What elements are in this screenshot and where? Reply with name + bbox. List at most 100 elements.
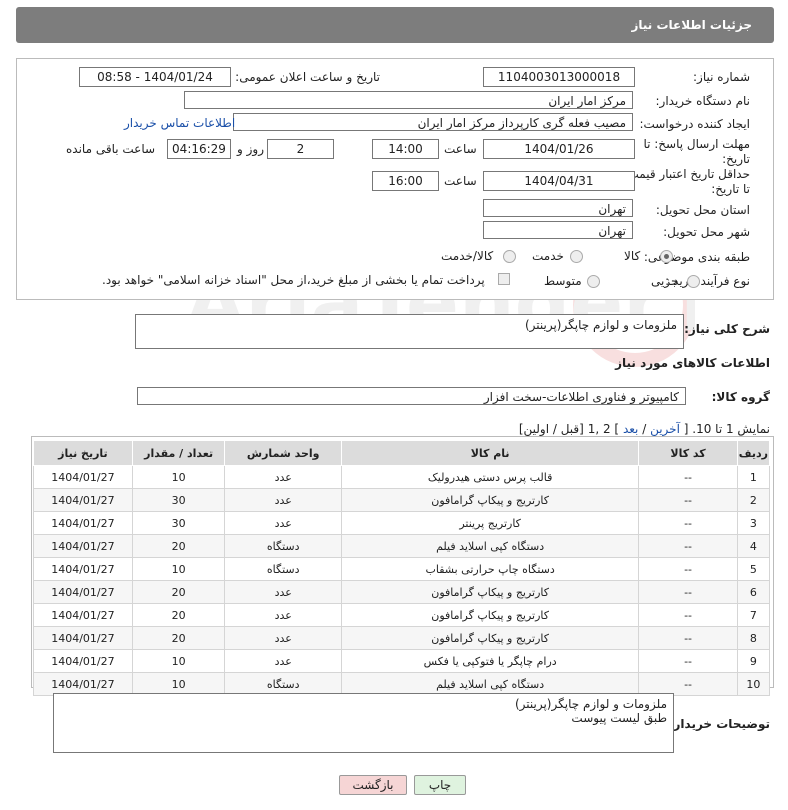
process-radio-minor[interactable] (687, 275, 700, 288)
items-table: ردیف کد کالا نام کالا واحد شمارش تعداد /… (33, 440, 771, 696)
cell-item-unit: عدد (224, 465, 342, 489)
announce-label: تاریخ و ساعت اعلان عمومی: (235, 70, 380, 84)
province-field[interactable]: تهران (483, 199, 633, 217)
category-radio-goods[interactable] (660, 250, 673, 263)
cell-item-date: 1404/01/27 (33, 626, 133, 650)
cell-item-date: 1404/01/27 (33, 511, 133, 535)
category-radio-service[interactable] (570, 250, 583, 263)
cell-row-number: 8 (736, 626, 771, 650)
cell-item-unit: دستگاه (224, 557, 342, 581)
cell-item-unit: دستگاه (224, 534, 342, 558)
table-row: 3 -- کارتریج پرینتر عدد 30 1404/01/27 (33, 511, 771, 535)
province-label: استان محل تحویل: (655, 203, 750, 217)
cell-item-name: درام چاپگر یا فتوکپی یا فکس (340, 649, 640, 673)
creator-field[interactable]: مصیب فعله گری کارپرداز مرکز امار ایران (233, 113, 633, 131)
price-valid-time-field[interactable]: 16:00 (372, 171, 439, 191)
back-button[interactable]: بازگشت (339, 775, 407, 795)
cell-item-qty: 10 (131, 465, 226, 489)
col-header-name: نام کالا (340, 440, 640, 466)
table-row: 6 -- کارتریج و پیکاپ گرامافون عدد 20 1404/01/… (33, 580, 771, 604)
cell-item-date: 1404/01/27 (33, 557, 133, 581)
need-number-field[interactable]: 1104003013000018 (483, 67, 635, 87)
cell-row-number: 1 (736, 465, 771, 489)
cell-item-code: -- (638, 649, 738, 673)
need-number-label: شماره نیاز: (693, 70, 750, 84)
col-header-date: تاریخ نیاز (33, 440, 133, 466)
cell-item-qty: 10 (131, 557, 226, 581)
cell-item-qty: 30 (131, 511, 226, 535)
cell-item-qty: 10 (131, 649, 226, 673)
city-field[interactable]: تهران (483, 221, 633, 239)
cell-item-unit: عدد (224, 626, 342, 650)
contact-link[interactable]: اطلاعات تماس خریدار (124, 116, 235, 130)
table-header-row: ردیف کد کالا نام کالا واحد شمارش تعداد /… (33, 440, 771, 466)
cell-item-date: 1404/01/27 (33, 534, 133, 558)
cell-item-name: کارتریج پرینتر (340, 511, 640, 535)
col-header-unit: واحد شمارش (224, 440, 342, 466)
creator-label: ایجاد کننده درخواست: (639, 117, 750, 131)
days-field[interactable]: 2 (267, 139, 334, 159)
cell-item-unit: عدد (224, 603, 342, 627)
pagination-suffix: [قبل / اولین] (518, 422, 584, 436)
print-button[interactable]: چاپ (414, 775, 466, 795)
deadline-date-field[interactable]: 1404/01/26 (483, 139, 635, 159)
price-valid-date-field[interactable]: 1404/04/31 (483, 171, 635, 191)
cell-item-code: -- (638, 626, 738, 650)
deadline-time-label: ساعت (444, 142, 477, 156)
cell-item-unit: عدد (224, 488, 342, 512)
cell-row-number: 4 (736, 534, 771, 558)
pagination-next-link[interactable]: بعد (623, 422, 638, 436)
page-title: جزئیات اطلاعات نیاز (631, 18, 752, 32)
cell-item-name: کارتریج و پیکاپ گرامافون (340, 603, 640, 627)
remaining-time-field[interactable]: 04:16:29 (167, 139, 231, 159)
deadline-time-field[interactable]: 14:00 (372, 139, 439, 159)
table-row: 9 -- درام چاپگر یا فتوکپی یا فکس عدد 10 1404/… (33, 649, 771, 673)
cell-row-number: 10 (736, 672, 771, 696)
cell-item-unit: عدد (224, 511, 342, 535)
process-option-medium: متوسط (544, 274, 582, 288)
buyer-org-label: نام دستگاه خریدار: (655, 94, 751, 108)
cell-item-qty: 20 (131, 580, 226, 604)
buyer-notes-textarea[interactable]: ملزومات و لوازم چاپگر(پرینتر) طبق لیست پ… (53, 693, 674, 753)
announce-field[interactable]: 1404/01/24 - 08:58 (79, 67, 231, 87)
cell-item-code: -- (638, 557, 738, 581)
col-header-code: کد کالا (638, 440, 738, 466)
cell-row-number: 2 (736, 488, 771, 512)
table-row: 1 -- قالب پرس دستی هیدرولیک عدد 10 1404/01/27 (33, 465, 771, 489)
col-header-qty: تعداد / مقدار (131, 440, 226, 466)
cell-item-code: -- (638, 465, 738, 489)
pagination-last-link[interactable]: آخرین (650, 422, 680, 436)
cell-item-code: -- (638, 603, 738, 627)
pagination-prefix: نمایش 1 تا 10. [ (683, 422, 770, 436)
price-valid-time-label: ساعت (444, 174, 477, 188)
col-header-row: ردیف (736, 440, 771, 466)
category-option-service: خدمت (532, 249, 564, 263)
cell-item-date: 1404/01/27 (33, 649, 133, 673)
buyer-org-field[interactable]: مرکز امار ایران (184, 91, 633, 109)
process-option-minor: جزیی (651, 274, 679, 288)
remaining-label: ساعت باقی مانده (66, 142, 156, 156)
pagination-sep: / (638, 422, 647, 436)
payment-checkbox[interactable] (498, 273, 510, 285)
goods-info-title: اطلاعات کالاهای مورد نیاز (615, 356, 770, 370)
deadline-label-1: مهلت ارسال پاسخ: تا (643, 137, 750, 151)
pagination: نمایش 1 تا 10. [ آخرین / بعد ] 2 ,1 [قبل… (519, 422, 770, 436)
cell-item-name: دستگاه کپی اسلاید فیلم (340, 534, 640, 558)
price-valid-label-1: حداقل تاریخ اعتبار قیمت: (623, 167, 750, 181)
city-label: شهر محل تحویل: (663, 225, 750, 239)
cell-row-number: 9 (736, 649, 771, 673)
cell-item-name: دستگاه چاپ حرارتی بشقاب (340, 557, 640, 581)
pagination-pages: ] 2 ,1 (587, 422, 620, 436)
buyer-notes-label: توضیحات خریدار: (668, 717, 770, 731)
process-radio-medium[interactable] (587, 275, 600, 288)
goods-group-field[interactable]: کامپیوتر و فناوری اطلاعات-سخت افزار (137, 387, 686, 405)
cell-item-unit: عدد (224, 649, 342, 673)
cell-row-number: 7 (736, 603, 771, 627)
cell-item-qty: 20 (131, 626, 226, 650)
cell-item-date: 1404/01/27 (33, 465, 133, 489)
days-label: روز و (237, 142, 264, 156)
category-radio-goods-service[interactable] (503, 250, 516, 263)
cell-item-date: 1404/01/27 (33, 488, 133, 512)
cell-item-name: کارتریج و پیکاپ گرامافون (340, 626, 640, 650)
description-textarea[interactable]: ملزومات و لوازم چاپگر(پرینتر) (135, 314, 684, 349)
